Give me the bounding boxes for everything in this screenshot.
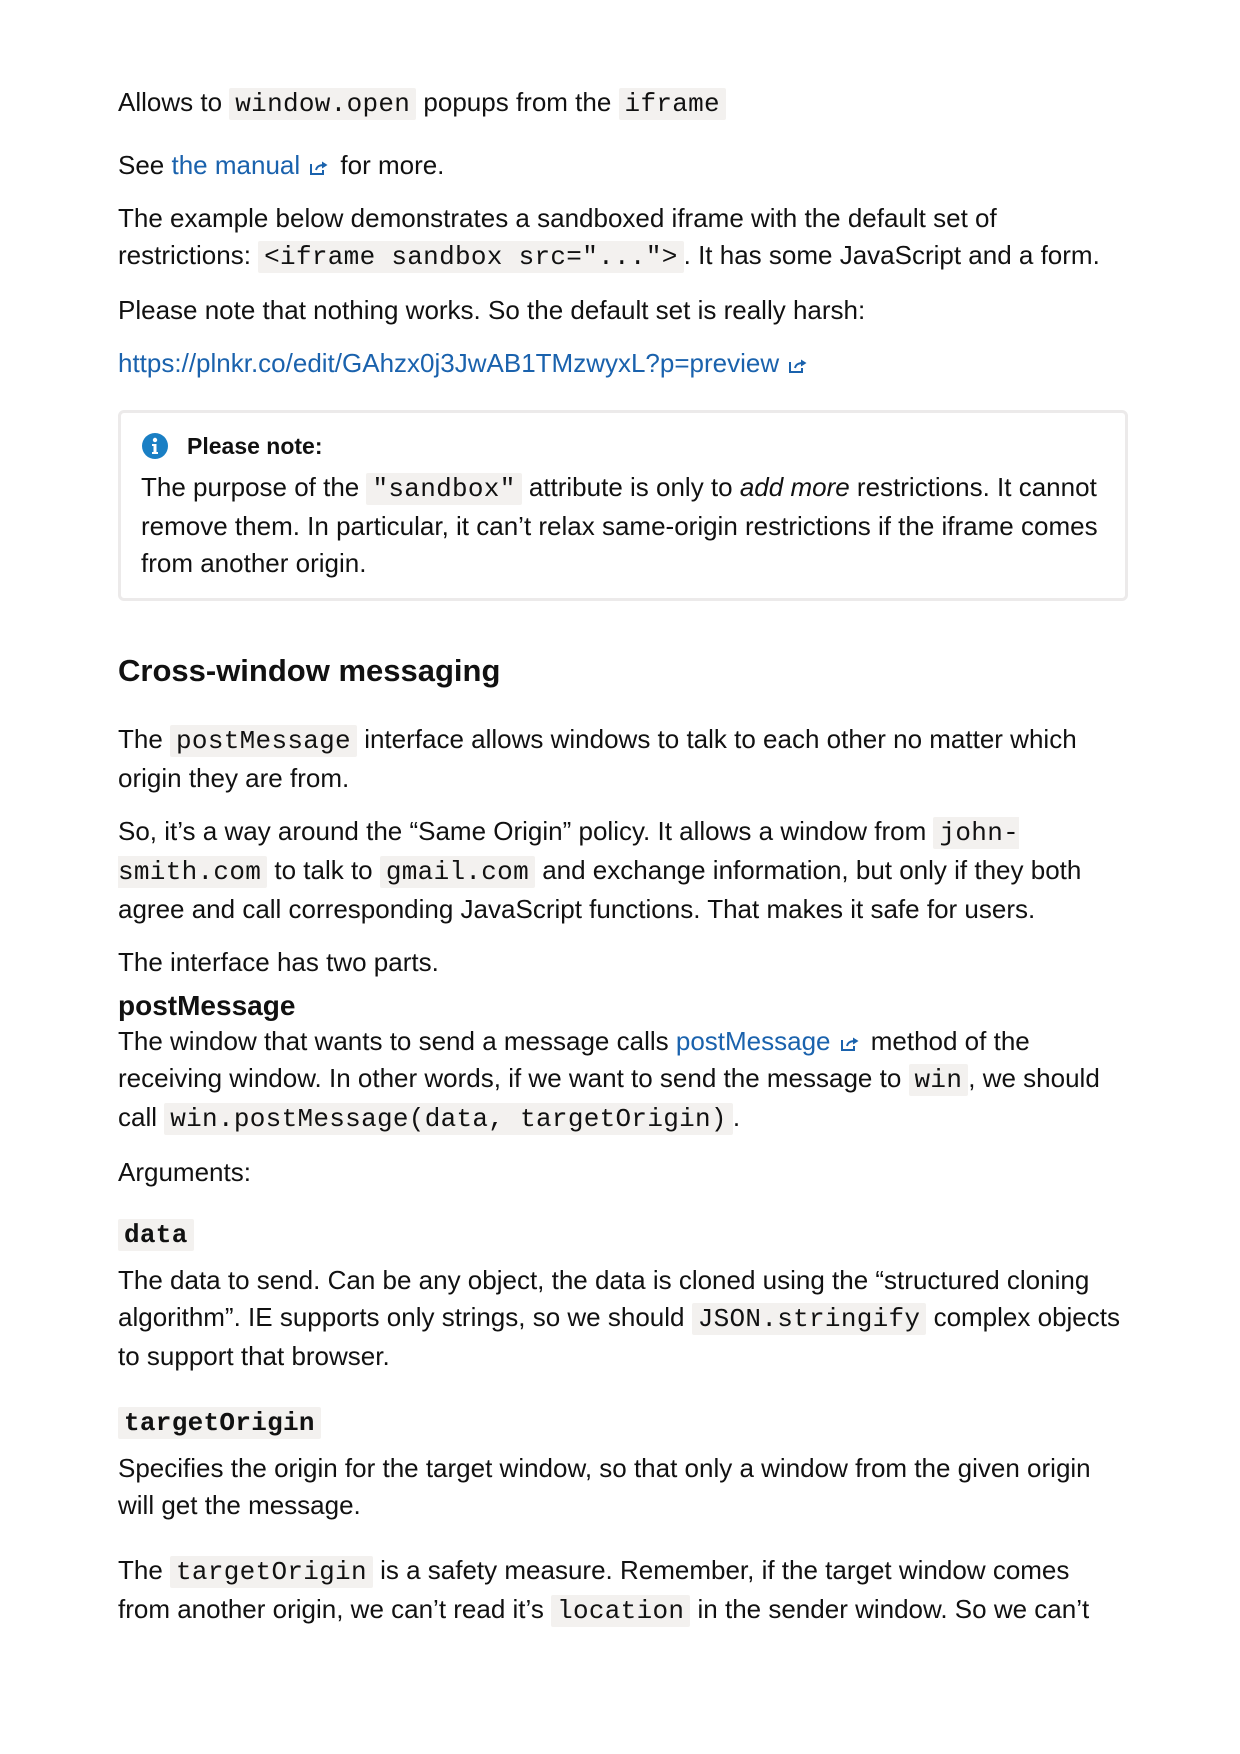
term-code: data (118, 1219, 194, 1251)
arg-target-term: targetOrigin (118, 1403, 1128, 1442)
harsh-paragraph: Please note that nothing works. So the d… (118, 295, 866, 325)
section-heading: Cross-window messaging (118, 653, 501, 688)
external-link-icon (840, 1037, 860, 1051)
postmessage-link[interactable]: postMessage (676, 1026, 831, 1056)
text: attribute is only to (521, 472, 740, 502)
note-text: The purpose of the "sandbox" attribute i… (141, 469, 1105, 582)
document-page: Allows to window.open popups from the if… (118, 84, 1128, 1646)
inline-code: window.open (229, 88, 417, 120)
text: . It has some JavaScript and a form. (683, 240, 1100, 270)
arg-data-description: The data to send. Can be any object, the… (118, 1262, 1128, 1375)
parts-paragraph: The interface has two parts. (118, 947, 439, 977)
text: popups from the (416, 87, 619, 117)
inline-code: iframe (618, 88, 726, 120)
sub-heading: postMessage (118, 990, 296, 1021)
text: . (732, 1102, 741, 1132)
manual-link[interactable]: the manual (172, 150, 301, 180)
text: So, it’s a way around the “Same Origin” … (118, 816, 934, 846)
note-title: Please note: (187, 433, 323, 459)
text: The (118, 1555, 171, 1585)
text: for more. (333, 150, 445, 180)
text: The purpose of the (141, 472, 367, 502)
policy-paragraph: So, it’s a way around the “Same Origin” … (118, 813, 1128, 928)
info-icon (141, 432, 169, 460)
text: Allows to (118, 87, 230, 117)
inline-code: location (551, 1595, 691, 1627)
note-box: Please note: The purpose of the "sandbox… (118, 410, 1128, 601)
text: in the sender window. So we can’t (690, 1594, 1090, 1624)
inline-code: postMessage (170, 725, 357, 757)
plunker-link[interactable]: https://plnkr.co/edit/GAhzx0j3JwAB1TMzwy… (118, 348, 779, 378)
inline-code: gmail.com (379, 856, 535, 888)
note-header: Please note: (141, 431, 1105, 461)
see-manual-paragraph: See the manual for more. (118, 147, 1128, 184)
text: The window that wants to send a message … (118, 1026, 676, 1056)
inline-code: targetOrigin (170, 1556, 373, 1588)
text: The (118, 724, 171, 754)
text: See (118, 150, 172, 180)
inline-code: win (908, 1064, 969, 1096)
inline-code: "sandbox" (366, 473, 522, 505)
example-paragraph: The example below demonstrates a sandbox… (118, 200, 1128, 276)
sandbox-popups-paragraph: Allows to window.open popups from the if… (118, 84, 1128, 123)
term-code: targetOrigin (118, 1407, 321, 1439)
external-link-icon (789, 359, 808, 373)
plunker-paragraph: https://plnkr.co/edit/GAhzx0j3JwAB1TMzwy… (118, 345, 1128, 382)
inline-code: <iframe sandbox src="..."> (258, 241, 684, 273)
inline-code: win.postMessage(data, targetOrigin) (164, 1103, 733, 1135)
text: to talk to (267, 855, 380, 885)
external-link-icon (310, 161, 329, 175)
emphasis: add more (739, 472, 850, 502)
arg-target-description: Specifies the origin for the target wind… (118, 1453, 1091, 1520)
intro-paragraph: The postMessage interface allows windows… (118, 721, 1128, 797)
safety-paragraph: The targetOrigin is a safety measure. Re… (118, 1552, 1128, 1630)
arg-data-term: data (118, 1215, 1128, 1254)
arguments-label: Arguments: (118, 1157, 251, 1187)
send-paragraph: The window that wants to send a message … (118, 1023, 1128, 1138)
inline-code: JSON.stringify (691, 1303, 927, 1335)
